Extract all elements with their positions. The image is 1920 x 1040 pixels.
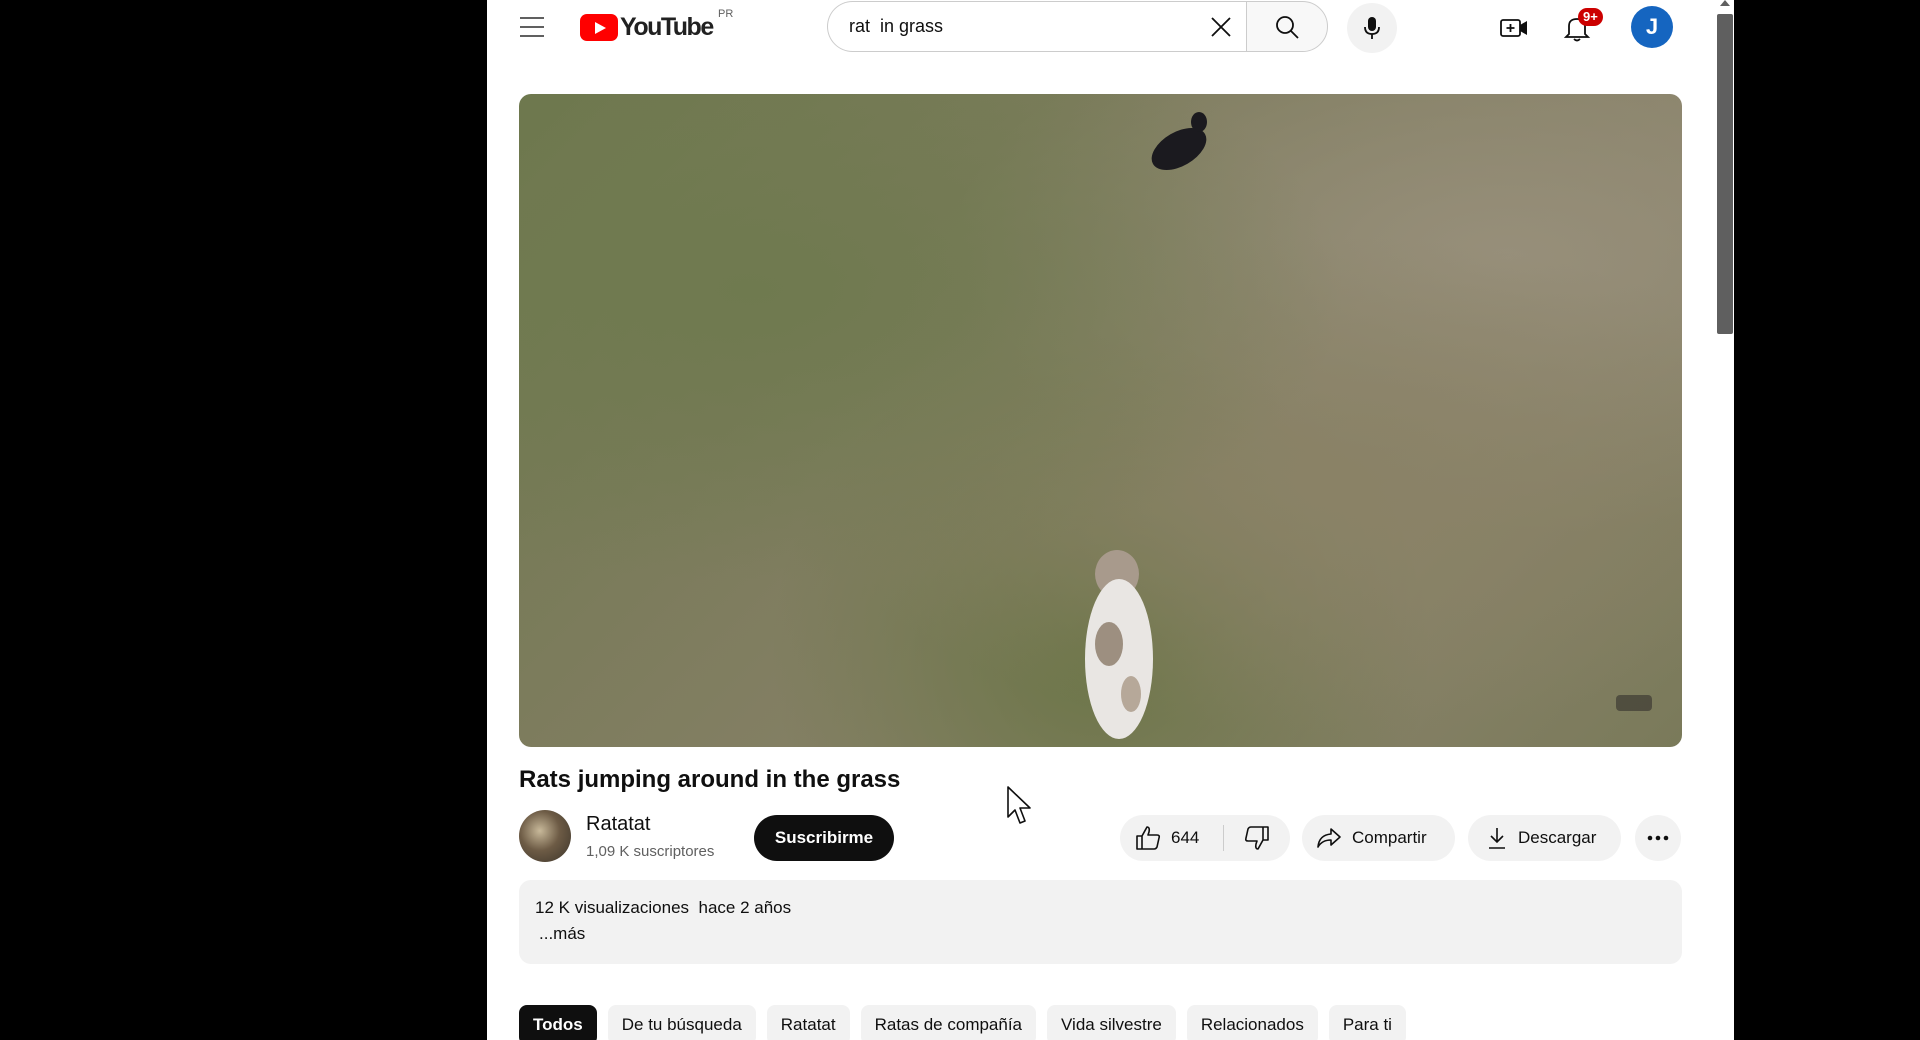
chip-todos[interactable]: Todos xyxy=(519,1005,597,1040)
search-icon xyxy=(1276,15,1299,39)
chip-de-tu-busqueda[interactable]: De tu búsqueda xyxy=(607,1005,756,1040)
logo-text: YouTube xyxy=(620,12,714,41)
chip-ratas-de-compania[interactable]: Ratas de compañía xyxy=(860,1005,1037,1040)
video-player[interactable] xyxy=(519,94,1682,747)
description-box[interactable]: 12 K visualizaciones hace 2 años ...más xyxy=(519,880,1682,964)
logo-region: PR xyxy=(718,8,734,20)
description-stats: 12 K visualizaciones hace 2 años xyxy=(535,898,791,918)
share-icon xyxy=(1317,828,1341,848)
account-avatar[interactable]: J xyxy=(1631,6,1673,48)
thumbs-up-icon xyxy=(1136,826,1161,850)
like-dislike-group: 644 xyxy=(1120,815,1290,861)
subscriber-count: 1,09 K suscriptores xyxy=(586,843,715,860)
video-watermark xyxy=(1616,695,1652,711)
menu-icon[interactable] xyxy=(520,17,544,37)
youtube-logo[interactable]: YouTube PR xyxy=(580,8,733,42)
more-horizontal-icon xyxy=(1647,835,1669,841)
like-button[interactable]: 644 xyxy=(1120,815,1223,861)
video-plus-icon xyxy=(1500,19,1527,37)
share-label: Compartir xyxy=(1352,828,1427,847)
show-more-link[interactable]: ...más xyxy=(539,924,585,944)
clear-search-button[interactable] xyxy=(1208,14,1234,40)
create-button[interactable] xyxy=(1500,14,1528,42)
voice-search-button[interactable] xyxy=(1347,3,1397,53)
thumbs-down-icon xyxy=(1244,826,1269,850)
like-count: 644 xyxy=(1171,828,1200,847)
close-icon xyxy=(1211,17,1231,37)
chip-para-ti[interactable]: Para ti xyxy=(1328,1005,1406,1040)
share-button[interactable]: Compartir xyxy=(1302,815,1455,861)
microphone-icon xyxy=(1364,17,1380,39)
channel-name[interactable]: Ratatat xyxy=(586,813,650,836)
upload-age: hace 2 años xyxy=(698,898,792,917)
chip-vida-silvestre[interactable]: Vida silvestre xyxy=(1047,1005,1176,1040)
mouse-cursor-icon xyxy=(1007,786,1031,824)
view-count: 12 K visualizaciones xyxy=(535,898,690,917)
download-label: Descargar xyxy=(1518,828,1597,847)
notification-badge: 9+ xyxy=(1578,8,1603,26)
youtube-watch-page: YouTube PR rat in grass 9+ J Rats jumpin… xyxy=(487,0,1734,1040)
chip-relacionados[interactable]: Relacionados xyxy=(1186,1005,1318,1040)
scroll-up-arrow-icon[interactable] xyxy=(1720,0,1730,6)
video-frame-rat xyxy=(1085,550,1153,739)
video-title: Rats jumping around in the grass xyxy=(519,766,901,793)
chip-ratatat[interactable]: Ratatat xyxy=(766,1005,850,1040)
video-frame-bird xyxy=(1151,112,1207,171)
search-button[interactable] xyxy=(1246,1,1328,52)
more-actions-button[interactable] xyxy=(1635,815,1681,861)
youtube-play-icon xyxy=(580,13,618,41)
search-input[interactable] xyxy=(849,16,1179,37)
related-filter-chips: Todos De tu búsqueda Ratatat Ratas de co… xyxy=(519,1005,1406,1040)
channel-avatar[interactable] xyxy=(519,810,571,862)
download-button[interactable]: Descargar xyxy=(1468,815,1621,861)
dislike-button[interactable] xyxy=(1224,815,1290,861)
scrollbar-thumb[interactable] xyxy=(1717,14,1733,334)
subscribe-button[interactable]: Suscribirme xyxy=(754,815,894,861)
page-scrollbar[interactable] xyxy=(1705,0,1734,1040)
download-icon xyxy=(1489,828,1505,849)
search-box xyxy=(827,1,1246,52)
